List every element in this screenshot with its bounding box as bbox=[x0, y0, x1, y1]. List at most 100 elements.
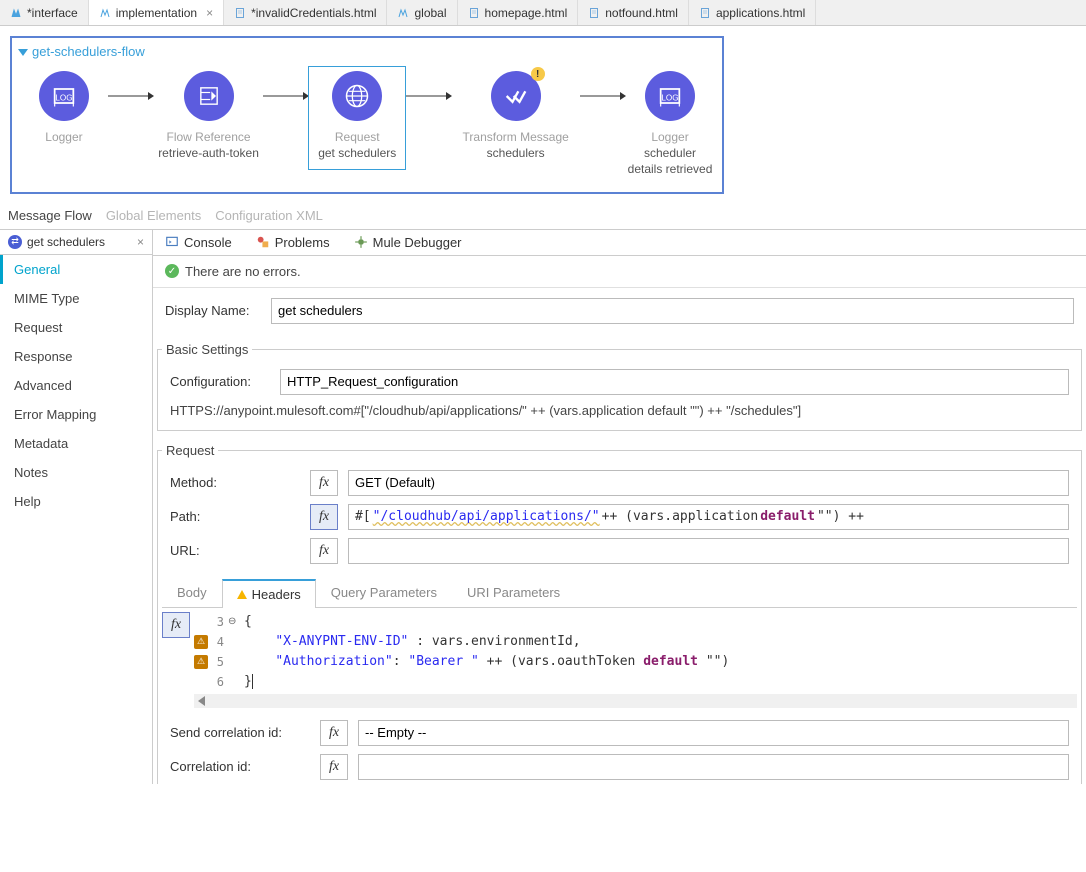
flow-arrow bbox=[262, 71, 309, 121]
tab-invalidcredentials[interactable]: *invalidCredentials.html bbox=[224, 0, 387, 25]
path-input[interactable]: #[ "/cloudhub/api/applications/" ++ (var… bbox=[348, 504, 1069, 530]
tab-label: *invalidCredentials.html bbox=[251, 6, 376, 20]
tab-label: *interface bbox=[27, 6, 78, 20]
file-icon bbox=[699, 6, 711, 20]
tab-global[interactable]: global bbox=[387, 0, 457, 25]
file-icon bbox=[468, 6, 480, 20]
inner-tab-body[interactable]: Body bbox=[162, 578, 222, 607]
component-tab-label: get schedulers bbox=[27, 235, 105, 249]
flow-arrow bbox=[108, 71, 155, 121]
flow-node-request[interactable]: Requestget schedulers bbox=[308, 66, 406, 170]
subtab-message-flow[interactable]: Message Flow bbox=[8, 208, 92, 223]
warning-marker[interactable]: ⚠ bbox=[194, 635, 208, 649]
scroll-left-icon[interactable] bbox=[198, 696, 205, 706]
fx-button[interactable]: fx bbox=[320, 754, 348, 780]
flow-node-flowref[interactable]: Flow Referenceretrieve-auth-token bbox=[155, 71, 262, 161]
tab-applications[interactable]: applications.html bbox=[689, 0, 816, 25]
request-fieldset: Request Method: fx Path: fx #[ "/cloudhu… bbox=[157, 443, 1082, 784]
url-row: URL: fx bbox=[158, 534, 1081, 568]
close-icon[interactable]: × bbox=[137, 235, 144, 249]
inner-tab-uri[interactable]: URI Parameters bbox=[452, 578, 575, 607]
send-correlation-input[interactable] bbox=[358, 720, 1069, 746]
ok-icon: ✓ bbox=[165, 264, 179, 278]
flow-node-logger2[interactable]: LOG Loggerscheduler details retrieved bbox=[626, 71, 714, 178]
transform-icon bbox=[491, 71, 541, 121]
correlation-input[interactable] bbox=[358, 754, 1069, 780]
fx-button[interactable]: fx bbox=[320, 720, 348, 746]
configuration-input[interactable] bbox=[280, 369, 1069, 395]
fx-button[interactable]: fx bbox=[310, 538, 338, 564]
method-label: Method: bbox=[170, 475, 300, 490]
problems-icon bbox=[256, 235, 270, 249]
flow-box[interactable]: get-schedulers-flow LOG Logger Flow Refe… bbox=[10, 36, 724, 194]
sidemenu-response[interactable]: Response bbox=[0, 342, 152, 371]
tool-console[interactable]: Console bbox=[165, 235, 232, 250]
flow-arrow bbox=[405, 71, 452, 121]
fx-button[interactable]: fx bbox=[310, 470, 338, 496]
file-icon bbox=[234, 6, 246, 20]
configuration-row: Configuration: bbox=[158, 365, 1081, 399]
method-row: Method: fx bbox=[158, 466, 1081, 500]
sidemenu-error-mapping[interactable]: Error Mapping bbox=[0, 400, 152, 429]
path-row: Path: fx #[ "/cloudhub/api/applications/… bbox=[158, 500, 1081, 534]
side-menu: General MIME Type Request Response Advan… bbox=[0, 255, 152, 516]
editor-view-tabs: Message Flow Global Elements Configurati… bbox=[0, 202, 1086, 229]
inner-tab-query[interactable]: Query Parameters bbox=[316, 578, 452, 607]
mule-icon bbox=[397, 6, 409, 20]
sidemenu-request[interactable]: Request bbox=[0, 313, 152, 342]
tab-homepage[interactable]: homepage.html bbox=[458, 0, 579, 25]
properties-sidebar: ⇄ get schedulers × General MIME Type Req… bbox=[0, 230, 153, 784]
tab-label: homepage.html bbox=[485, 6, 568, 20]
collapse-icon[interactable] bbox=[18, 49, 28, 56]
flow-node-logger1[interactable]: LOG Logger bbox=[20, 71, 108, 145]
fx-button-active[interactable]: fx bbox=[310, 504, 338, 530]
fx-button-active[interactable]: fx bbox=[162, 612, 190, 638]
code-gutter: 3⊖ ⚠4 ⚠5 6 bbox=[194, 612, 240, 692]
request-legend: Request bbox=[162, 443, 218, 458]
flow-reference-icon bbox=[184, 71, 234, 121]
logger-icon: LOG bbox=[645, 71, 695, 121]
console-icon bbox=[165, 235, 179, 249]
tab-label: implementation bbox=[116, 6, 197, 20]
editor-tabs: *interface implementation × *invalidCred… bbox=[0, 0, 1086, 26]
status-bar: ✓ There are no errors. bbox=[153, 256, 1086, 288]
headers-editor[interactable]: fx 3⊖ ⚠4 ⚠5 6 { "X-ANYPNT-ENV-ID" : vars… bbox=[162, 612, 1077, 692]
close-icon[interactable]: × bbox=[206, 6, 213, 20]
tab-label: notfound.html bbox=[605, 6, 678, 20]
sidemenu-mime[interactable]: MIME Type bbox=[0, 284, 152, 313]
request-inner-tabs: Body Headers Query Parameters URI Parame… bbox=[162, 578, 1077, 608]
flow-node-transform[interactable]: Transform Messageschedulers bbox=[452, 71, 579, 161]
subtab-global-elements[interactable]: Global Elements bbox=[106, 208, 201, 223]
correlation-row: Correlation id: fx bbox=[158, 750, 1081, 784]
properties-content: Console Problems Mule Debugger ✓ There a… bbox=[153, 230, 1086, 784]
tools-bar: Console Problems Mule Debugger bbox=[153, 230, 1086, 256]
flow-title[interactable]: get-schedulers-flow bbox=[18, 44, 712, 59]
warning-marker[interactable]: ⚠ bbox=[194, 655, 208, 669]
subtab-config-xml[interactable]: Configuration XML bbox=[215, 208, 323, 223]
sidemenu-advanced[interactable]: Advanced bbox=[0, 371, 152, 400]
inner-tab-headers[interactable]: Headers bbox=[222, 579, 316, 608]
sidemenu-help[interactable]: Help bbox=[0, 487, 152, 516]
basic-settings-legend: Basic Settings bbox=[162, 342, 252, 357]
file-icon bbox=[588, 6, 600, 20]
method-input[interactable] bbox=[348, 470, 1069, 496]
debugger-icon bbox=[354, 235, 368, 249]
horizontal-scrollbar[interactable] bbox=[194, 694, 1077, 708]
path-label: Path: bbox=[170, 509, 300, 524]
logger-icon: LOG bbox=[39, 71, 89, 121]
display-name-input[interactable] bbox=[271, 298, 1074, 324]
tool-problems[interactable]: Problems bbox=[256, 235, 330, 250]
tab-interface[interactable]: *interface bbox=[0, 0, 89, 25]
sidemenu-metadata[interactable]: Metadata bbox=[0, 429, 152, 458]
component-tab[interactable]: ⇄ get schedulers × bbox=[0, 230, 152, 255]
sidemenu-general[interactable]: General bbox=[0, 255, 152, 284]
correlation-label: Correlation id: bbox=[170, 759, 310, 774]
tool-debugger[interactable]: Mule Debugger bbox=[354, 235, 462, 250]
sidemenu-notes[interactable]: Notes bbox=[0, 458, 152, 487]
url-input[interactable] bbox=[348, 538, 1069, 564]
tab-implementation[interactable]: implementation × bbox=[89, 0, 224, 25]
tab-notfound[interactable]: notfound.html bbox=[578, 0, 689, 25]
properties-pane: ⇄ get schedulers × General MIME Type Req… bbox=[0, 229, 1086, 784]
url-label: URL: bbox=[170, 543, 300, 558]
code-body[interactable]: { "X-ANYPNT-ENV-ID" : vars.environmentId… bbox=[244, 612, 729, 692]
